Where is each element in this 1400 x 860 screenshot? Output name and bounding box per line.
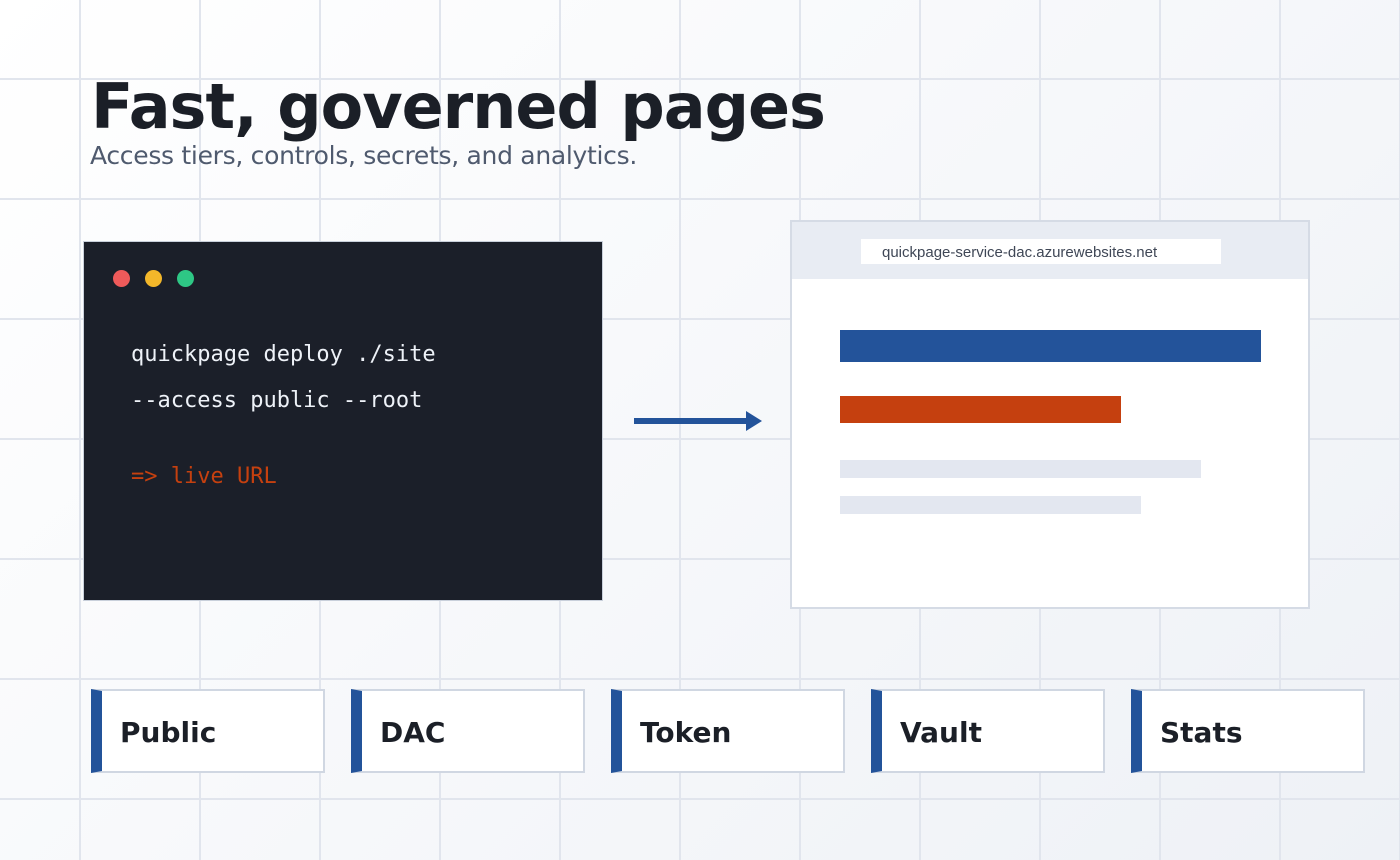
feature-card-public: Public: [91, 689, 325, 773]
window-maximize-dot: [177, 270, 194, 287]
page-heading-placeholder: [840, 330, 1261, 362]
feature-card-token: Token: [611, 689, 845, 773]
page-subtitle: Access tiers, controls, secrets, and ana…: [90, 141, 637, 170]
feature-label: Token: [640, 716, 732, 749]
terminal-window: quickpage deploy ./site --access public …: [83, 241, 603, 601]
page-text-placeholder: [840, 496, 1141, 514]
browser-window: quickpage-service-dac.azurewebsites.net: [790, 220, 1310, 609]
address-bar: quickpage-service-dac.azurewebsites.net: [861, 239, 1221, 264]
window-close-dot: [113, 270, 130, 287]
page-highlight-placeholder: [840, 396, 1121, 423]
right-arrow-icon: [634, 411, 762, 431]
page-title: Fast, governed pages: [91, 70, 826, 143]
feature-label: DAC: [380, 716, 446, 749]
window-minimize-dot: [145, 270, 162, 287]
feature-label: Vault: [900, 716, 982, 749]
page-text-placeholder: [840, 460, 1201, 478]
terminal-command-options: --access public --root: [131, 388, 423, 413]
terminal-result: => live URL: [131, 464, 277, 489]
feature-label: Public: [120, 716, 217, 749]
feature-label: Stats: [1160, 716, 1243, 749]
feature-card-dac: DAC: [351, 689, 585, 773]
feature-card-stats: Stats: [1131, 689, 1365, 773]
terminal-command-line: quickpage deploy ./site: [131, 342, 436, 367]
feature-card-vault: Vault: [871, 689, 1105, 773]
browser-toolbar: quickpage-service-dac.azurewebsites.net: [792, 222, 1308, 279]
